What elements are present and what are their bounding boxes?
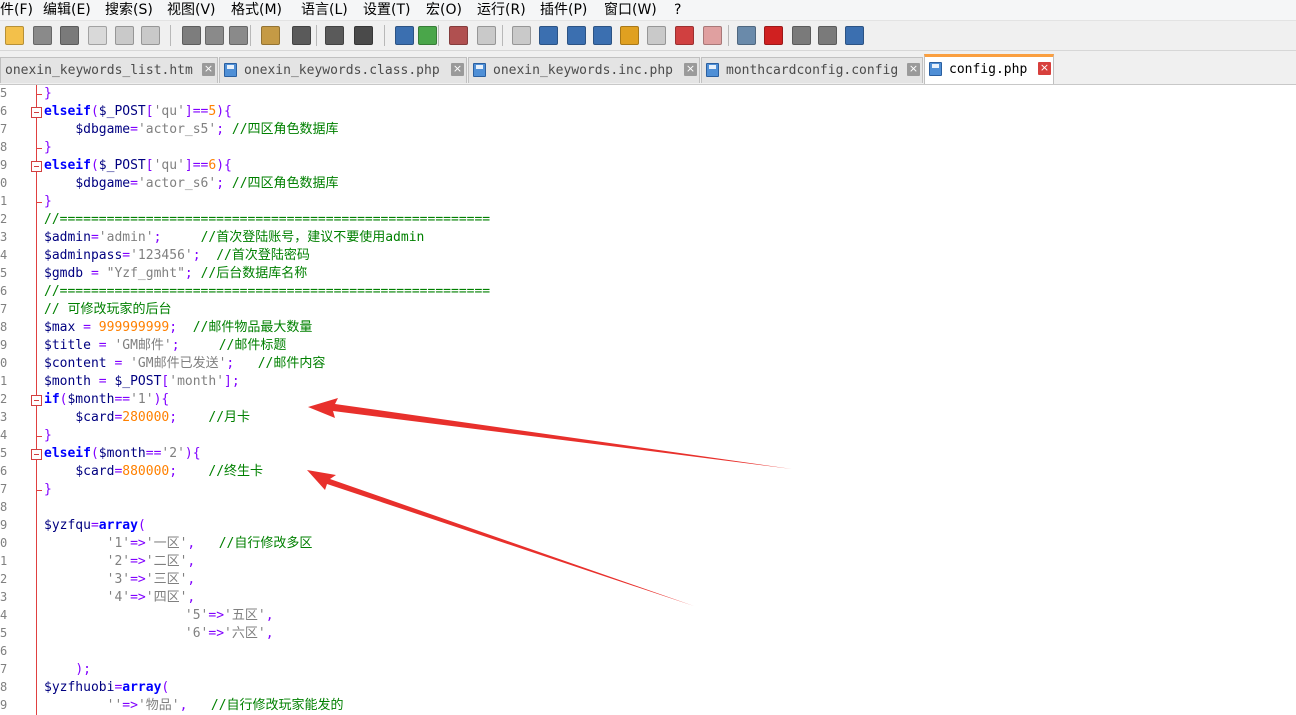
red-arrow-month-card [308, 398, 792, 469]
red-arrow-lifetime-card [307, 470, 694, 606]
annotation-arrows [307, 398, 792, 606]
